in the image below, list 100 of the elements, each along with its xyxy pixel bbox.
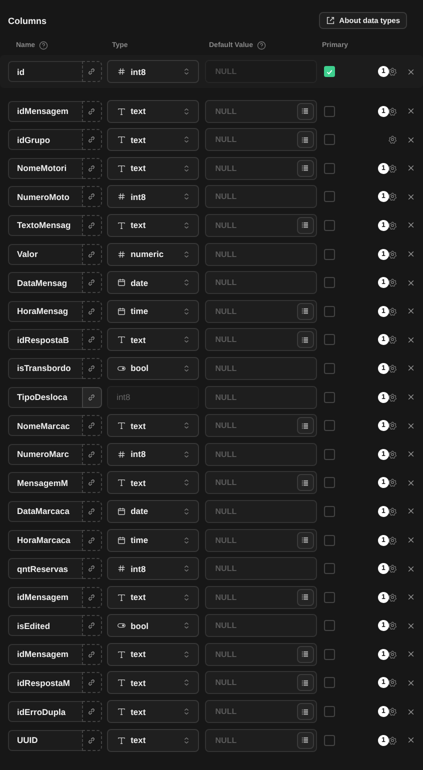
list-button[interactable]	[296, 532, 314, 548]
help-icon[interactable]	[256, 40, 266, 50]
list-button[interactable]	[296, 417, 314, 434]
type-select[interactable]: date	[106, 271, 200, 294]
settings-icon[interactable]	[388, 278, 397, 288]
settings-icon[interactable]	[388, 736, 397, 745]
list-button[interactable]	[296, 732, 314, 749]
primary-checkbox[interactable]	[324, 734, 335, 746]
name-field[interactable]: MensagemM	[8, 472, 82, 494]
settings-icon[interactable]	[388, 306, 397, 316]
type-select[interactable]: text	[106, 128, 200, 152]
list-button[interactable]	[296, 131, 314, 148]
settings-icon[interactable]	[388, 650, 397, 659]
name-field[interactable]: HoraMensag	[8, 300, 82, 322]
name-field[interactable]: isEdited	[8, 615, 82, 636]
settings-icon[interactable]	[388, 106, 397, 116]
help-icon[interactable]	[39, 40, 48, 50]
primary-checkbox[interactable]	[324, 220, 335, 231]
type-select[interactable]: text	[106, 328, 200, 352]
settings-icon[interactable]	[388, 67, 397, 76]
close-icon[interactable]	[407, 221, 415, 230]
name-field[interactable]: NomeMotori	[8, 158, 82, 179]
primary-checkbox[interactable]	[324, 334, 335, 346]
close-icon[interactable]	[407, 536, 415, 544]
primary-checkbox[interactable]	[324, 506, 335, 517]
type-select[interactable]: int8	[106, 60, 200, 83]
link-button[interactable]	[82, 214, 102, 236]
name-field[interactable]: NomeMarcac	[8, 415, 82, 436]
close-icon[interactable]	[407, 678, 415, 687]
name-field[interactable]: idErroDupla	[8, 701, 82, 722]
settings-icon[interactable]	[388, 450, 397, 459]
name-field[interactable]: TipoDesloca	[8, 386, 82, 408]
type-select[interactable]: text	[106, 471, 200, 494]
list-button[interactable]	[296, 302, 314, 320]
link-button[interactable]	[82, 129, 102, 150]
close-icon[interactable]	[407, 393, 415, 402]
name-field[interactable]: NumeroMarc	[8, 444, 82, 465]
link-button[interactable]	[82, 500, 102, 522]
close-icon[interactable]	[407, 450, 415, 458]
primary-checkbox[interactable]	[324, 134, 335, 146]
link-button[interactable]	[82, 615, 102, 636]
close-icon[interactable]	[407, 192, 415, 201]
type-select[interactable]: date	[106, 500, 200, 523]
link-button[interactable]	[82, 186, 102, 208]
name-field[interactable]: qntReservas	[8, 558, 82, 580]
primary-checkbox[interactable]	[324, 706, 335, 718]
close-icon[interactable]	[407, 622, 415, 630]
close-icon[interactable]	[407, 68, 415, 76]
link-button[interactable]	[82, 386, 102, 408]
type-select[interactable]: int8	[106, 185, 200, 208]
close-icon[interactable]	[407, 507, 415, 516]
link-button[interactable]	[82, 100, 102, 122]
list-button[interactable]	[296, 160, 314, 177]
list-button[interactable]	[296, 331, 314, 348]
type-select[interactable]: text	[106, 642, 200, 666]
list-button[interactable]	[296, 474, 314, 492]
primary-checkbox[interactable]	[324, 648, 335, 660]
primary-checkbox[interactable]	[324, 420, 335, 432]
link-button[interactable]	[82, 730, 102, 751]
primary-checkbox[interactable]	[324, 66, 335, 77]
primary-checkbox[interactable]	[324, 592, 335, 603]
primary-checkbox[interactable]	[324, 392, 335, 403]
primary-checkbox[interactable]	[324, 277, 335, 288]
name-field[interactable]: TextoMensag	[8, 214, 82, 236]
primary-checkbox[interactable]	[324, 620, 335, 632]
settings-icon[interactable]	[388, 564, 397, 574]
name-field[interactable]: isTransbordo	[8, 358, 82, 379]
link-button[interactable]	[82, 158, 102, 179]
link-button[interactable]	[82, 644, 102, 665]
type-select[interactable]: int8	[106, 442, 200, 466]
name-field[interactable]: idMensagem	[8, 100, 82, 122]
settings-icon[interactable]	[388, 478, 397, 488]
settings-icon[interactable]	[388, 392, 397, 402]
close-icon[interactable]	[407, 650, 415, 658]
settings-icon[interactable]	[388, 250, 397, 259]
list-button[interactable]	[296, 703, 314, 720]
close-icon[interactable]	[407, 107, 415, 116]
link-button[interactable]	[82, 329, 102, 350]
list-button[interactable]	[296, 646, 314, 663]
type-select[interactable]: time	[106, 528, 200, 552]
settings-icon[interactable]	[388, 678, 397, 688]
type-select[interactable]: text	[106, 671, 200, 694]
type-select[interactable]: text	[106, 728, 200, 752]
type-select[interactable]: bool	[106, 356, 200, 380]
settings-icon[interactable]	[388, 536, 397, 544]
link-button[interactable]	[82, 300, 102, 322]
list-button[interactable]	[296, 674, 314, 692]
list-button[interactable]	[296, 102, 314, 120]
link-button[interactable]	[82, 358, 102, 379]
link-button[interactable]	[82, 672, 102, 694]
close-icon[interactable]	[407, 708, 415, 716]
link-button[interactable]	[82, 415, 102, 436]
name-field[interactable]: DataMensag	[8, 272, 82, 294]
settings-icon[interactable]	[388, 707, 397, 716]
name-field[interactable]: idRespostaB	[8, 329, 82, 350]
primary-checkbox[interactable]	[324, 191, 335, 202]
close-icon[interactable]	[407, 736, 415, 744]
type-select[interactable]: numeric	[106, 242, 200, 266]
close-icon[interactable]	[407, 593, 415, 602]
close-icon[interactable]	[407, 164, 415, 172]
